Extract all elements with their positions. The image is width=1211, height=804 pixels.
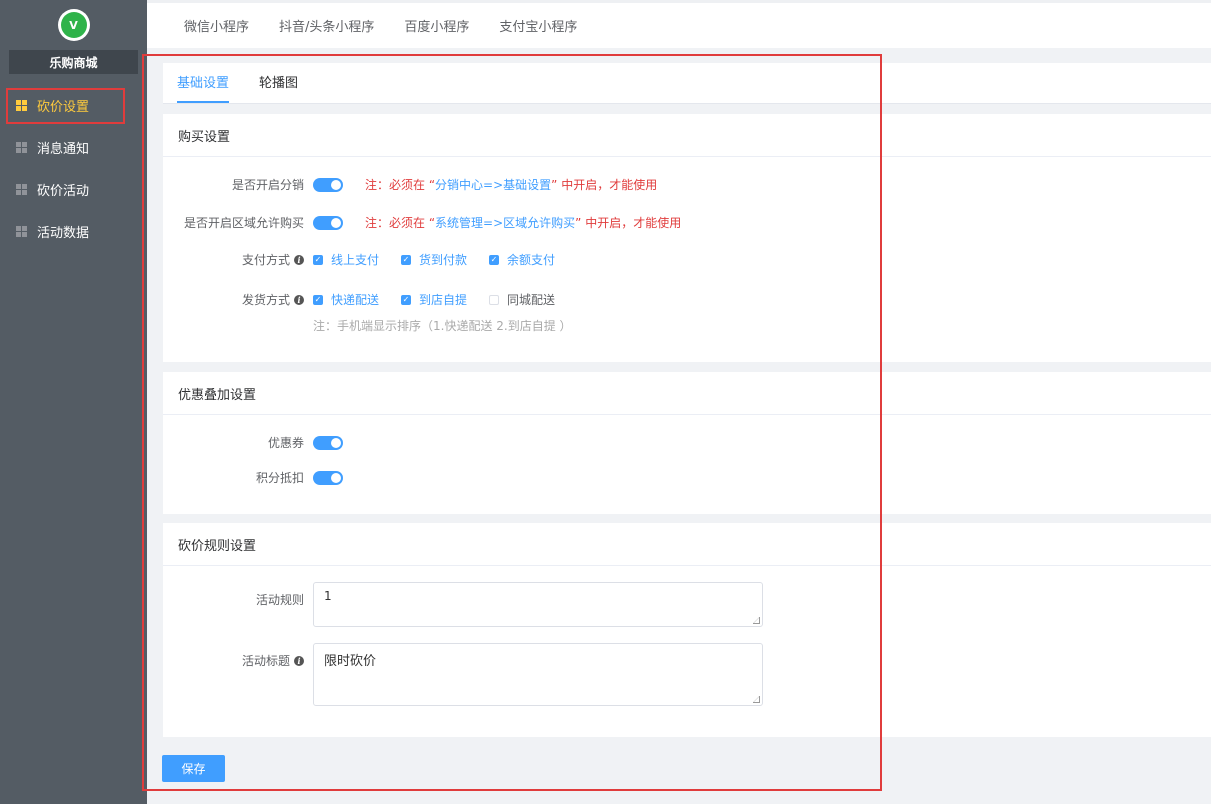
distribution-note-link: 分销中心=>基础设置	[435, 178, 552, 192]
sidebar-item-label: 活动数据	[37, 225, 90, 241]
points-row: 积分抵扣	[163, 469, 343, 486]
tab-basic-settings[interactable]: 基础设置	[177, 72, 230, 103]
nav-alipay-mini[interactable]: 支付宝小程序	[499, 16, 577, 35]
region-row: 是否开启区域允许购买 注：必须在 “系统管理=>区域允许购买” 中开启，才能使用	[163, 214, 681, 231]
store-logo: V	[57, 9, 90, 41]
coupon-row: 优惠券	[163, 434, 343, 451]
sidebar-item-bargain-activities[interactable]: 砍价活动	[0, 168, 147, 210]
activity-title-row: 活动标题 i 限时砍价	[163, 643, 763, 706]
distribution-row: 是否开启分销 注：必须在 “分销中心=>基础设置” 中开启，才能使用	[163, 176, 657, 193]
card-title: 优惠叠加设置	[163, 372, 1211, 415]
points-label: 积分抵扣	[255, 471, 304, 485]
platform-nav: 微信小程序 抖音/头条小程序 百度小程序 支付宝小程序	[147, 0, 1211, 48]
logo-area: V	[0, 0, 147, 50]
grid-icon	[16, 183, 27, 195]
sidebar: V 乐购商城 砍价设置 消息通知 砍价活动 活动数据	[0, 0, 147, 804]
payment-cod-checkbox[interactable]: ✓ 货到付款	[401, 251, 467, 268]
distribution-label: 是否开启分销	[231, 178, 304, 192]
check-icon: ✓	[313, 254, 323, 265]
info-icon: i	[294, 294, 304, 305]
tab-carousel[interactable]: 轮播图	[259, 72, 298, 103]
nav-wechat-mini[interactable]: 微信小程序	[184, 16, 249, 35]
region-note-link: 系统管理=>区域允许购买	[435, 216, 576, 230]
distribution-note: 注：必须在 “分销中心=>基础设置” 中开启，才能使用	[365, 178, 658, 192]
activity-title-textarea[interactable]: 限时砍价	[313, 643, 763, 706]
unchecked-icon	[489, 294, 500, 305]
payment-online-checkbox[interactable]: ✓ 线上支付	[313, 251, 379, 268]
logo-mark: V	[60, 12, 87, 38]
payment-balance-checkbox[interactable]: ✓ 余额支付	[489, 251, 555, 268]
sidebar-item-label: 砍价活动	[37, 183, 90, 199]
settings-tabs: 基础设置 轮播图	[163, 63, 1211, 104]
activity-rule-label: 活动规则	[255, 593, 304, 607]
card-title: 购买设置	[163, 114, 1211, 157]
activity-rule-row: 活动规则 1	[163, 582, 763, 627]
coupon-toggle[interactable]	[313, 435, 343, 450]
bargain-rules-card: 砍价规则设置 活动规则 1 活动标题 i 限时砍价	[163, 523, 1211, 737]
discount-settings-card: 优惠叠加设置 优惠券 积分抵扣	[163, 372, 1211, 514]
delivery-express-checkbox[interactable]: ✓ 快递配送	[313, 291, 379, 308]
sidebar-item-activity-data[interactable]: 活动数据	[0, 210, 147, 252]
region-toggle[interactable]	[313, 215, 343, 230]
sidebar-menu: 砍价设置 消息通知 砍价活动 活动数据	[0, 84, 147, 252]
sidebar-item-label: 砍价设置	[37, 99, 90, 115]
delivery-local-checkbox[interactable]: 同城配送	[489, 291, 555, 308]
check-icon: ✓	[489, 254, 500, 265]
grid-icon	[16, 141, 27, 153]
info-icon: i	[294, 254, 304, 265]
delivery-label: 发货方式 i	[163, 291, 304, 308]
store-name: 乐购商城	[9, 50, 138, 74]
delivery-options: ✓ 快递配送 ✓ 到店自提 同城配送	[313, 291, 577, 308]
payment-label: 支付方式 i	[163, 251, 304, 268]
delivery-hint: 注：手机端显示排序（1.快递配送 2.到店自提 ）	[313, 319, 572, 333]
activity-rule-textarea[interactable]: 1	[313, 582, 763, 627]
card-title: 砍价规则设置	[163, 523, 1211, 566]
nav-douyin-mini[interactable]: 抖音/头条小程序	[279, 16, 374, 35]
purchase-settings-card: 购买设置 是否开启分销 注：必须在 “分销中心=>基础设置” 中开启，才能使用 …	[163, 114, 1211, 362]
grid-icon	[16, 225, 27, 237]
save-button[interactable]: 保存	[162, 755, 225, 782]
coupon-label: 优惠券	[267, 436, 304, 450]
grid-icon	[16, 99, 27, 111]
delivery-pickup-checkbox[interactable]: ✓ 到店自提	[401, 291, 467, 308]
check-icon: ✓	[313, 294, 323, 305]
check-icon: ✓	[401, 294, 412, 305]
sidebar-item-bargain-settings[interactable]: 砍价设置	[0, 84, 147, 126]
region-label: 是否开启区域允许购买	[183, 216, 304, 230]
points-toggle[interactable]	[313, 470, 343, 485]
check-icon: ✓	[401, 254, 412, 265]
nav-baidu-mini[interactable]: 百度小程序	[404, 16, 469, 35]
info-icon: i	[294, 655, 304, 666]
activity-title-label: 活动标题 i	[163, 643, 304, 669]
sidebar-item-label: 消息通知	[37, 141, 90, 157]
payment-options: ✓ 线上支付 ✓ 货到付款 ✓ 余额支付	[313, 251, 577, 268]
delivery-row: 发货方式 i ✓ 快递配送 ✓ 到店自提 同城配送	[163, 291, 577, 308]
payment-row: 支付方式 i ✓ 线上支付 ✓ 货到付款 ✓ 余额支付	[163, 251, 577, 268]
sidebar-item-notifications[interactable]: 消息通知	[0, 126, 147, 168]
region-note: 注：必须在 “系统管理=>区域允许购买” 中开启，才能使用	[365, 216, 682, 230]
distribution-toggle[interactable]	[313, 177, 343, 192]
